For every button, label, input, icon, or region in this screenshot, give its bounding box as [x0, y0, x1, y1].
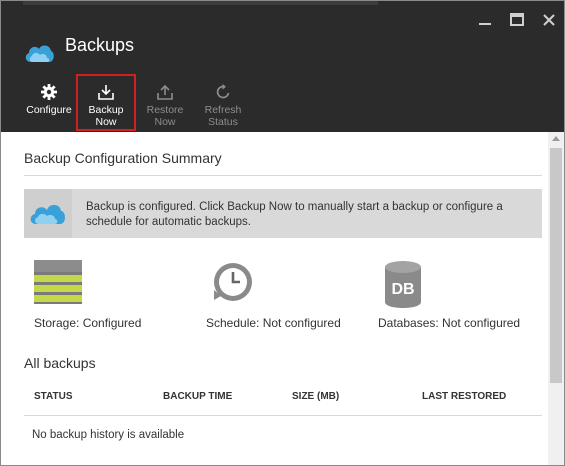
- schedule-label: Schedule: Not configured: [206, 316, 341, 330]
- storage-label: Storage: Configured: [34, 316, 142, 330]
- column-header-last-restored[interactable]: LAST RESTORED: [422, 391, 506, 402]
- storage-status: Storage: Configured: [34, 260, 141, 330]
- refresh-status-button[interactable]: Refresh Status: [199, 83, 247, 128]
- clock-icon: [214, 263, 252, 301]
- databases-status: DB Databases: Not configured: [378, 260, 520, 330]
- configure-button[interactable]: Configure: [25, 83, 73, 116]
- restore-now-button[interactable]: Restore Now: [141, 83, 189, 128]
- header-bar: Backups Configure Backup Now Restore Now…: [1, 1, 564, 132]
- maximize-icon[interactable]: [508, 11, 526, 29]
- title-strip: [23, 1, 378, 5]
- refresh-status-label-line1: Refresh: [204, 104, 242, 116]
- restore-now-label-line1: Restore: [146, 104, 184, 116]
- cloud-icon: [25, 45, 54, 62]
- content-panel: Backup Configuration Summary Backup is c…: [1, 132, 548, 465]
- upload-icon: [157, 84, 173, 100]
- backup-now-highlight: [76, 74, 136, 131]
- restore-now-label-line2: Now: [154, 116, 176, 128]
- table-header-divider: [24, 415, 542, 416]
- cloud-icon: [30, 204, 65, 224]
- backups-window: Backups Configure Backup Now Restore Now…: [0, 0, 565, 466]
- column-header-size[interactable]: SIZE (MB): [292, 391, 339, 402]
- databases-label: Databases: Not configured: [378, 316, 521, 330]
- gear-icon: [41, 84, 57, 100]
- database-icon: DB: [385, 261, 421, 308]
- schedule-status: Schedule: Not configured: [206, 260, 341, 330]
- refresh-icon: [216, 84, 230, 99]
- column-header-status[interactable]: STATUS: [34, 391, 73, 402]
- summary-divider: [24, 175, 542, 176]
- close-icon[interactable]: [540, 11, 558, 29]
- scroll-up-icon[interactable]: [552, 136, 560, 141]
- summary-title: Backup Configuration Summary: [24, 150, 222, 166]
- banner-icon-box: [24, 189, 72, 238]
- storage-icon: [34, 260, 82, 304]
- refresh-status-label-line2: Status: [208, 116, 238, 128]
- vertical-scrollbar[interactable]: [548, 132, 564, 465]
- page-title: Backups: [65, 35, 135, 55]
- scrollbar-thumb[interactable]: [550, 148, 562, 383]
- configure-label: Configure: [26, 104, 72, 116]
- column-header-backup-time[interactable]: BACKUP TIME: [163, 391, 232, 402]
- all-backups-title: All backups: [24, 355, 96, 371]
- empty-history-message: No backup history is available: [32, 429, 185, 441]
- database-icon-text: DB: [391, 281, 414, 298]
- minimize-icon[interactable]: [476, 11, 494, 29]
- info-banner: Backup is configured. Click Backup Now t…: [24, 189, 542, 238]
- banner-message: Backup is configured. Click Backup Now t…: [86, 201, 503, 228]
